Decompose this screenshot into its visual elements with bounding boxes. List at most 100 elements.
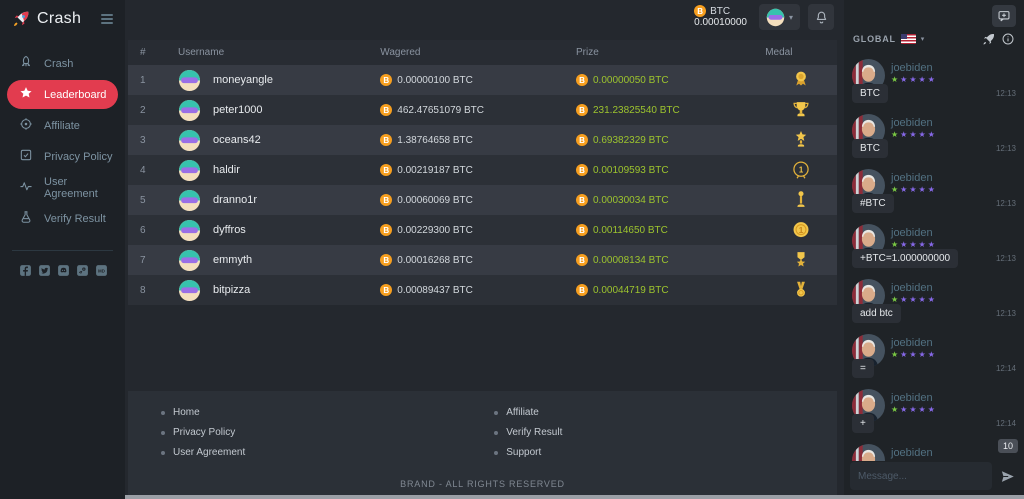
chat-message: joebiden ★★★★★ BTC 12:13: [852, 59, 1016, 109]
sidebar-item-label: User Agreement: [44, 175, 98, 200]
footer-link-home[interactable]: Home: [161, 407, 494, 418]
chat-bubble-plus-icon: [998, 11, 1010, 22]
info-icon[interactable]: [1001, 32, 1015, 46]
discord-icon[interactable]: [57, 264, 70, 277]
chat-message: joebiden ★★★★★ add btc 12:13: [852, 279, 1016, 329]
chat-rocket-icon[interactable]: [982, 32, 996, 46]
sidebar-item-verify-result[interactable]: Verify Result: [0, 203, 125, 234]
chat-username[interactable]: joebiden: [891, 447, 937, 459]
player-avatar: [178, 129, 201, 152]
footer-link-support[interactable]: Support: [494, 447, 562, 458]
sidebar-item-privacy-policy[interactable]: Privacy Policy: [0, 141, 125, 172]
btc-coin-icon: B: [694, 5, 707, 18]
table-body: 1 moneyangle B 0.00000100 BTC B 0.00000050 BT…: [128, 65, 837, 305]
wagered-cell: B 0.00219187 BTC: [380, 164, 576, 176]
brand-logo[interactable]: Crash: [0, 0, 125, 32]
footer-link-affiliate[interactable]: Affiliate: [494, 407, 562, 418]
btc-coin-icon: B: [576, 224, 588, 236]
chat-bubble: =: [852, 359, 874, 378]
table-row: 5 dranno1r B 0.00060069 BTC B 0.00030034 BTC: [128, 185, 837, 215]
chat-username[interactable]: joebiden: [891, 62, 937, 74]
us-flag-icon[interactable]: [900, 34, 916, 44]
footer-link-verify-result[interactable]: Verify Result: [494, 427, 562, 438]
col-rank: #: [140, 47, 146, 58]
medal-gold-coin-icon: 1: [765, 219, 837, 241]
send-button[interactable]: [994, 462, 1020, 490]
rocket-logo-icon: [12, 9, 31, 28]
profile-menu-button[interactable]: ▾: [758, 4, 800, 30]
table-row: 4 haldir B 0.00219187 BTC B 0.00109593 BTC 1: [128, 155, 837, 185]
unread-badge[interactable]: 10: [997, 439, 1018, 453]
rank-cell: 4: [140, 164, 146, 176]
svg-text:MD: MD: [98, 268, 105, 273]
btc-coin-icon: B: [576, 254, 588, 266]
footer-links-left: Home Privacy Policy User Agreement: [161, 407, 494, 467]
btc-coin-icon: B: [380, 254, 393, 266]
brand-name: Crash: [37, 9, 82, 27]
wagered-cell: B 0.00000100 BTC: [380, 74, 576, 86]
steam-icon[interactable]: [76, 264, 89, 277]
message-timestamp: 12:13: [995, 254, 1016, 263]
notifications-button[interactable]: [808, 4, 834, 30]
chat-bubble: BTC: [852, 84, 888, 103]
btc-coin-icon: B: [380, 104, 393, 116]
user-rating-stars: ★★★★★: [891, 75, 937, 84]
username-cell: peter1000: [178, 99, 380, 122]
rank-cell: 2: [140, 104, 146, 116]
chat-avatar: [852, 444, 885, 461]
footer-link-user-agreement[interactable]: User Agreement: [161, 447, 494, 458]
sidebar-item-user-agreement[interactable]: User Agreement: [0, 172, 125, 203]
bullet-icon: [494, 430, 499, 435]
wagered-cell: B 0.00016268 BTC: [380, 254, 576, 266]
sidebar-item-affiliate[interactable]: Affiliate: [0, 110, 125, 141]
chat-input-bar: [844, 461, 1024, 499]
top-bar: B BTC 0.00010000 ▾: [125, 0, 844, 34]
chat-message: joebiden ★★★★★ = 12:14: [852, 334, 1016, 384]
chat-username[interactable]: joebiden: [891, 117, 937, 129]
horizontal-scrollbar[interactable]: [125, 495, 1024, 499]
rank-cell: 7: [140, 254, 146, 266]
chat-messages[interactable]: joebiden ★★★★★ BTC 12:13 joebiden ★★★★★ BTC 12:…: [844, 53, 1024, 461]
player-avatar: [178, 249, 201, 272]
balance-currency: BTC: [710, 5, 731, 17]
paper-plane-icon: [1001, 470, 1014, 482]
chat-username[interactable]: joebiden: [891, 392, 937, 404]
facebook-icon[interactable]: [19, 264, 32, 277]
footer-link-privacy-policy[interactable]: Privacy Policy: [161, 427, 494, 438]
table-row: 3 oceans42 B 1.38764658 BTC B 0.69382329 BTC: [128, 125, 837, 155]
chat-message: joebiden★★★★★: [852, 444, 1016, 461]
chat-toggle-button[interactable]: [992, 5, 1016, 27]
star-icon: [19, 86, 33, 103]
table-row: 1 moneyangle B 0.00000100 BTC B 0.00000050 BT…: [128, 65, 837, 95]
chat-input[interactable]: [850, 462, 992, 490]
wagered-cell: B 1.38764658 BTC: [380, 134, 576, 146]
btc-coin-icon: B: [380, 284, 393, 296]
sidebar: Crash Crash Leaderboard Affiliate Privacy P…: [0, 0, 125, 499]
medal-rosette-icon: [765, 69, 837, 91]
twitter-icon[interactable]: [38, 264, 51, 277]
chat-username[interactable]: joebiden: [891, 227, 937, 239]
sidebar-item-label: Crash: [44, 57, 74, 70]
chat-username[interactable]: joebiden: [891, 172, 937, 184]
player-avatar: [178, 219, 201, 242]
table-header: # Username Wagered Prize Medal: [128, 40, 837, 65]
bullet-icon: [494, 450, 499, 455]
table-row: 2 peter1000 B 462.47651079 BTC B 231.23825540…: [128, 95, 837, 125]
message-timestamp: 12:13: [995, 89, 1016, 98]
social-links: MD: [0, 251, 125, 277]
sidebar-item-leaderboard[interactable]: Leaderboard: [7, 80, 118, 109]
sidebar-item-crash[interactable]: Crash: [0, 48, 125, 79]
menu-toggle-icon[interactable]: [99, 12, 115, 26]
chat-username[interactable]: joebiden: [891, 282, 937, 294]
user-rating-stars: ★★★★★: [891, 405, 937, 414]
chevron-down-icon: ▾: [920, 36, 925, 43]
medium-icon[interactable]: MD: [95, 264, 108, 277]
username-cell: dyffros: [178, 219, 380, 242]
chat-message: joebiden ★★★★★ +BTC=1.000000000 12:13: [852, 224, 1016, 274]
chat-message: joebiden ★★★★★ +12:14: [852, 389, 1016, 439]
chat-username[interactable]: joebiden: [891, 337, 937, 349]
pulse-icon: [19, 179, 33, 196]
chat-channel-label[interactable]: GLOBAL: [853, 34, 896, 44]
username-cell: oceans42: [178, 129, 380, 152]
player-avatar: [178, 69, 201, 92]
